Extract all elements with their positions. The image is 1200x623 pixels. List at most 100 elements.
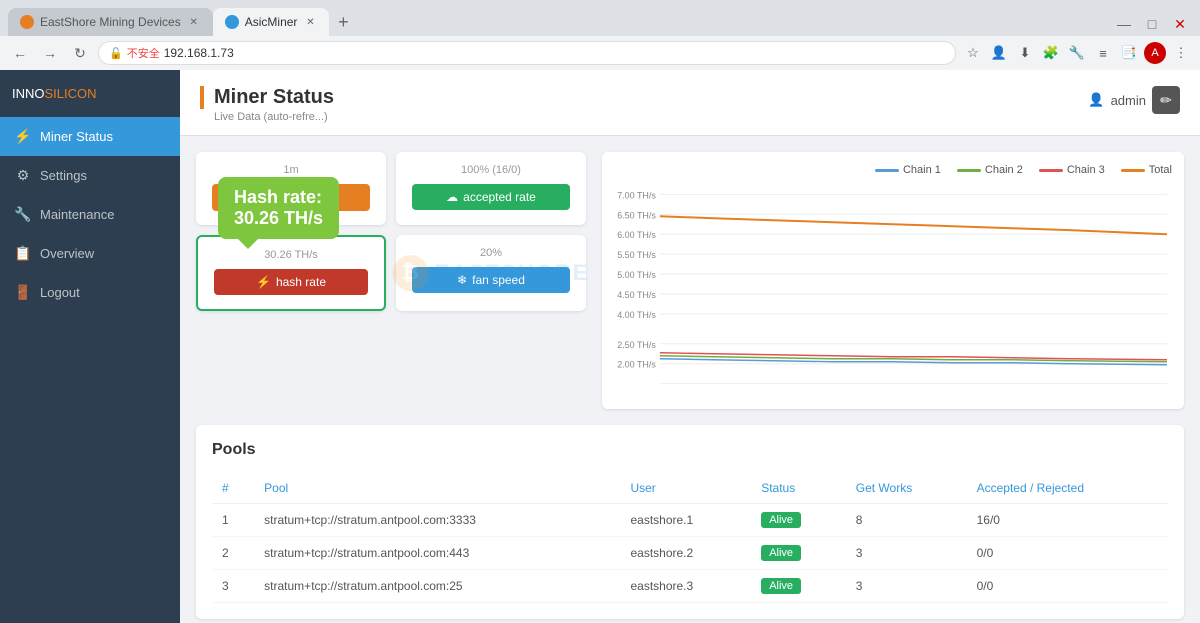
svg-text:6.50 TH/s: 6.50 TH/s	[617, 210, 656, 220]
hash-rate-value-label: 30.26 TH/s	[214, 249, 368, 261]
row1-user: eastshore.1	[620, 504, 751, 537]
fan-speed-card: ₿ EASTSHORE 20% ❄ fan speed	[396, 235, 586, 311]
forward-btn[interactable]: →	[38, 41, 62, 65]
app-layout: INNOSILICON ⚡ Miner Status ⚙ Settings 🔧 …	[0, 70, 1200, 623]
tab1-close[interactable]: ✕	[187, 15, 201, 29]
row2-num: 2	[212, 537, 254, 570]
legend-total: Total	[1121, 164, 1172, 176]
row3-status-badge: Alive	[761, 578, 801, 594]
tab-eastshore[interactable]: EastShore Mining Devices ✕	[8, 8, 213, 36]
pools-section: Pools # Pool User Status Get Works Accep…	[196, 425, 1184, 619]
profile-icon[interactable]: 👤	[988, 42, 1010, 64]
tab2-close[interactable]: ✕	[303, 15, 317, 29]
bookmark-icon[interactable]: 📑	[1118, 42, 1140, 64]
legend-chain2-label: Chain 2	[985, 164, 1023, 176]
row1-status-badge: Alive	[761, 512, 801, 528]
row3-user: eastshore.3	[620, 570, 751, 603]
browser-tabs: EastShore Mining Devices ✕ AsicMiner ✕ +…	[0, 0, 1200, 36]
stats-cards: 1m ⏱ up time 100% (16/0) ☁ accepted ra	[196, 152, 586, 409]
col-accepted: Accepted / Rejected	[967, 473, 1168, 504]
tab2-favicon	[225, 15, 239, 29]
new-tab-button[interactable]: +	[329, 8, 357, 36]
back-btn[interactable]: ←	[8, 41, 32, 65]
extension-icon[interactable]: 🧩	[1040, 42, 1062, 64]
settings-icon: ⚙	[14, 167, 32, 184]
col-user: User	[620, 473, 751, 504]
minimize-btn[interactable]: —	[1112, 12, 1136, 36]
uptime-btn-icon: ⏱	[264, 190, 273, 205]
legend-chain2-color	[957, 169, 981, 172]
table-row: 2 stratum+tcp://stratum.antpool.com:443 …	[212, 537, 1168, 570]
chart-svg: 7.00 TH/s 6.50 TH/s 6.00 TH/s 5.50 TH/s …	[614, 184, 1172, 394]
svg-text:5.00 TH/s: 5.00 TH/s	[617, 270, 656, 280]
svg-text:5.50 TH/s: 5.50 TH/s	[617, 250, 656, 260]
row1-status: Alive	[751, 504, 846, 537]
accepted-rate-button[interactable]: ☁ accepted rate	[412, 184, 570, 210]
tab2-label: AsicMiner	[245, 15, 298, 29]
sidebar-item-settings[interactable]: ⚙ Settings	[0, 156, 180, 195]
row2-status-badge: Alive	[761, 545, 801, 561]
fan-speed-btn-label: fan speed	[472, 273, 525, 287]
hash-rate-card: Hash rate:30.26 TH/s 30.26 TH/s ⚡ hash r…	[196, 235, 386, 311]
hash-rate-button[interactable]: ⚡ hash rate	[214, 269, 368, 295]
cards-bottom-row: Hash rate:30.26 TH/s 30.26 TH/s ⚡ hash r…	[196, 235, 586, 311]
miner-status-icon: ⚡	[14, 128, 32, 145]
page-subtitle: Live Data (auto-refre...)	[200, 111, 334, 123]
col-status: Status	[751, 473, 846, 504]
svg-text:6.00 TH/s: 6.00 TH/s	[617, 230, 656, 240]
uptime-card: 1m ⏱ up time	[196, 152, 386, 225]
main-content: Miner Status Live Data (auto-refre...) 👤…	[180, 70, 1200, 623]
col-getworks: Get Works	[846, 473, 967, 504]
col-num: #	[212, 473, 254, 504]
maximize-btn[interactable]: □	[1140, 12, 1164, 36]
row1-accepted: 16/0	[967, 504, 1168, 537]
cards-top-row: 1m ⏱ up time 100% (16/0) ☁ accepted ra	[196, 152, 586, 225]
sidebar-item-logout[interactable]: 🚪 Logout	[0, 273, 180, 312]
sidebar-miner-status-label: Miner Status	[40, 129, 113, 144]
accepted-rate-icon: ☁	[446, 190, 458, 204]
browser-chrome: EastShore Mining Devices ✕ AsicMiner ✕ +…	[0, 0, 1200, 70]
fan-speed-button[interactable]: ❄ fan speed	[412, 267, 570, 293]
menu-icon[interactable]: ⋮	[1170, 42, 1192, 64]
sidebar-item-maintenance[interactable]: 🔧 Maintenance	[0, 195, 180, 234]
extension3-icon[interactable]: ≡	[1092, 42, 1114, 64]
row1-num: 1	[212, 504, 254, 537]
download-icon[interactable]: ⬇	[1014, 42, 1036, 64]
user-avatar-icon[interactable]: A	[1144, 42, 1166, 64]
close-btn[interactable]: ✕	[1168, 12, 1192, 36]
sidebar-item-miner-status[interactable]: ⚡ Miner Status	[0, 117, 180, 156]
accepted-rate-btn-label: accepted rate	[463, 190, 536, 204]
sidebar-item-overview[interactable]: 📋 Overview	[0, 234, 180, 273]
tab-asicminer[interactable]: AsicMiner ✕	[213, 8, 330, 36]
user-icon: 👤	[1088, 92, 1104, 108]
content-area: 1m ⏱ up time 100% (16/0) ☁ accepted ra	[180, 136, 1200, 623]
url-text: 192.168.1.73	[164, 46, 234, 60]
page-header: Miner Status Live Data (auto-refre...) 👤…	[180, 70, 1200, 136]
pools-table: # Pool User Status Get Works Accepted / …	[212, 473, 1168, 603]
address-bar[interactable]: 🔓 不安全 192.168.1.73	[98, 41, 956, 65]
legend-chain3-label: Chain 3	[1067, 164, 1105, 176]
reload-btn[interactable]: ↻	[68, 41, 92, 65]
logo-inno: INNO	[12, 86, 45, 101]
table-row: 1 stratum+tcp://stratum.antpool.com:3333…	[212, 504, 1168, 537]
legend-total-color	[1121, 169, 1145, 172]
browser-toolbar: ← → ↻ 🔓 不安全 192.168.1.73 ☆ 👤 ⬇ 🧩 🔧 ≡ 📑 A…	[0, 36, 1200, 70]
edit-button[interactable]: ✏	[1152, 86, 1180, 114]
row3-pool: stratum+tcp://stratum.antpool.com:25	[254, 570, 620, 603]
uptime-button[interactable]: ⏱ up time	[212, 184, 370, 211]
sidebar-overview-label: Overview	[40, 246, 94, 261]
hash-rate-btn-label: hash rate	[276, 275, 326, 289]
row1-pool: stratum+tcp://stratum.antpool.com:3333	[254, 504, 620, 537]
extension2-icon[interactable]: 🔧	[1066, 42, 1088, 64]
legend-chain3-color	[1039, 169, 1063, 172]
uptime-btn-label: up time	[279, 191, 318, 205]
star-icon[interactable]: ☆	[962, 42, 984, 64]
page-header-left: Miner Status Live Data (auto-refre...)	[200, 86, 334, 123]
row2-status: Alive	[751, 537, 846, 570]
hash-rate-icon: ⚡	[256, 275, 271, 289]
tab1-label: EastShore Mining Devices	[40, 15, 181, 29]
overview-icon: 📋	[14, 245, 32, 262]
sidebar: INNOSILICON ⚡ Miner Status ⚙ Settings 🔧 …	[0, 70, 180, 623]
svg-text:4.50 TH/s: 4.50 TH/s	[617, 290, 656, 300]
row2-user: eastshore.2	[620, 537, 751, 570]
